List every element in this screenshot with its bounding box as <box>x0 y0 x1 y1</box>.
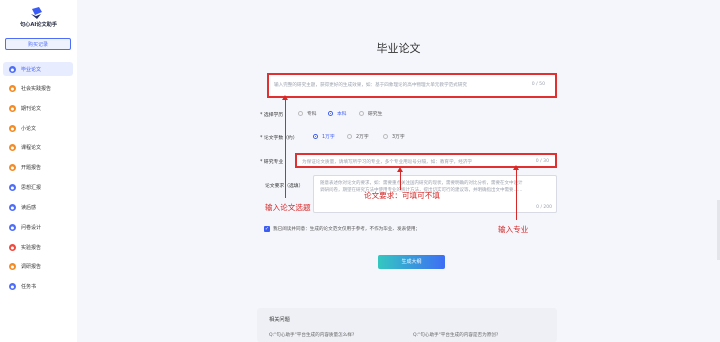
annotation-major: 输入专业 <box>498 225 529 234</box>
sidebar-item-course-paper[interactable]: ● 课程论文 <box>3 140 73 154</box>
level-option-label: 本科 <box>337 112 347 117</box>
annotation-line <box>284 100 286 198</box>
research-icon: ● <box>9 262 16 270</box>
annotation-topic: 输入论文选题 <box>265 203 311 212</box>
sidebar-item-research-report[interactable]: ● 调研报告 <box>3 259 73 273</box>
sidebar-item-survey-design[interactable]: ● 问卷设计 <box>3 220 73 234</box>
sidebar-item-lab-report[interactable]: ● 实验报告 <box>3 240 73 254</box>
radio-icon <box>359 111 364 116</box>
length-option-label: 3万字 <box>392 135 405 140</box>
topic-char-count: 0 / 50 <box>531 82 545 87</box>
sidebar-item-label: 问卷设计 <box>21 224 42 231</box>
length-option-10k[interactable]: 1万字 <box>313 133 335 140</box>
sidebar-item-label: 思想汇报 <box>21 184 42 191</box>
app-logo-icon <box>31 7 42 19</box>
major-label: * 研究专业 <box>260 160 284 165</box>
task-icon: ● <box>9 282 16 290</box>
length-label: * 论文字数（约） <box>260 136 298 141</box>
sidebar-item-task-book[interactable]: ● 任务书 <box>3 279 73 293</box>
buy-record-button[interactable]: 购买记录 <box>5 38 71 50</box>
sidebar-item-proposal[interactable]: ● 开题报告 <box>3 160 73 174</box>
length-option-20k[interactable]: 2万字 <box>347 133 369 140</box>
faq-title: 相关问题 <box>269 317 290 323</box>
length-option-label: 1万字 <box>322 135 335 140</box>
people-icon: ● <box>9 84 16 92</box>
topic-placeholder: 输入完整的研究主题，获得更好的生成效果，如：基于四象理论的高中物理大单元教学范式… <box>274 83 467 88</box>
level-option-graduate[interactable]: 研究生 <box>359 110 382 117</box>
thought-icon: ● <box>9 183 16 191</box>
lab-icon: ● <box>9 243 16 251</box>
sidebar-item-journal[interactable]: ● 期刊论文 <box>3 101 73 115</box>
requirement-char-count: 0 / 200 <box>536 205 552 210</box>
survey-icon: ● <box>9 223 16 231</box>
level-label: * 选择学历 <box>260 113 284 118</box>
sidebar-item-label: 读后感 <box>21 204 37 211</box>
length-option-label: 2万字 <box>356 135 369 140</box>
radio-selected-icon <box>328 111 333 116</box>
book-icon: ● <box>9 104 16 112</box>
sidebar: 句心AI论文助手 购买记录 ● 毕业论文 ● 社会实践报告 ● 期刊论文 ● 小… <box>0 0 78 342</box>
app-title: 句心AI论文助手 <box>19 22 58 28</box>
level-option-junior-college[interactable]: 专科 <box>298 110 317 117</box>
cap-icon: ● <box>9 65 16 73</box>
sidebar-item-label: 课程论文 <box>21 144 42 151</box>
major-placeholder: 为保证论文质量，请填写所学习的专业，多个专业用逗号分隔，如：教育学，经济学 <box>302 159 472 165</box>
doc-icon: ● <box>9 124 16 132</box>
level-option-bachelor[interactable]: 本科 <box>328 110 347 117</box>
generate-outline-button[interactable]: 生成大纲 <box>378 255 445 269</box>
major-char-count: 0 / 30 <box>535 158 549 164</box>
sidebar-item-label: 期刊论文 <box>21 105 42 112</box>
sidebar-item-label: 开题报告 <box>21 164 42 171</box>
page-title: 毕业论文 <box>376 42 421 55</box>
annotation-line <box>399 172 401 190</box>
report-icon: ● <box>9 163 16 171</box>
sidebar-item-reading-review[interactable]: ● 读后感 <box>3 200 73 214</box>
read-icon: ● <box>9 203 16 211</box>
sidebar-item-label: 任务书 <box>21 283 37 290</box>
checkbox-checked-icon[interactable]: ✓ <box>264 226 270 232</box>
annotation-line <box>515 170 517 220</box>
topic-input[interactable]: 输入完整的研究主题，获得更好的生成效果，如：基于四象理论的高中物理大单元教学范式… <box>267 73 557 98</box>
sidebar-item-label: 小论文 <box>21 125 37 132</box>
main-content: 毕业论文 输入完整的研究主题，获得更好的生成效果，如：基于四象理论的高中物理大单… <box>77 0 720 342</box>
sidebar-item-social-practice[interactable]: ● 社会实践报告 <box>3 81 73 95</box>
level-option-label: 专科 <box>307 112 317 117</box>
faq-panel: 相关问题 Q:"句心助手"平台生成的内容质量怎么样? Q:"句心助手"平台生成的… <box>257 308 557 342</box>
sidebar-item-short-paper[interactable]: ● 小论文 <box>3 121 73 135</box>
sidebar-item-label: 调研报告 <box>21 263 42 270</box>
faq-question[interactable]: Q:"句心助手"平台生成的内容是否为原创? <box>413 332 498 338</box>
agreement[interactable]: ✓ 我已阅读并同意：生成的论文范文仅用于参考，不作为毕业、发表使用； <box>264 226 420 232</box>
sidebar-item-thought-report[interactable]: ● 思想汇报 <box>3 180 73 194</box>
level-option-label: 研究生 <box>368 112 383 117</box>
sidebar-item-label: 社会实践报告 <box>21 85 52 92</box>
radio-icon <box>298 111 303 116</box>
length-option-30k[interactable]: 3万字 <box>383 133 405 140</box>
annotation-requirement: 论文要求：可填可不填 <box>364 191 440 200</box>
radio-icon <box>383 134 388 139</box>
radio-selected-icon <box>313 134 318 139</box>
agreement-text: 我已阅读并同意：生成的论文范文仅用于参考，不作为毕业、发表使用； <box>273 227 421 232</box>
faq-question[interactable]: Q:"句心助手"平台生成的内容质量怎么样? <box>269 332 354 338</box>
sidebar-item-graduation-thesis[interactable]: ● 毕业论文 <box>3 62 73 76</box>
sidebar-item-label: 毕业论文 <box>21 66 42 73</box>
radio-icon <box>347 134 352 139</box>
sidebar-item-label: 实验报告 <box>21 244 42 251</box>
course-icon: ● <box>9 143 16 151</box>
